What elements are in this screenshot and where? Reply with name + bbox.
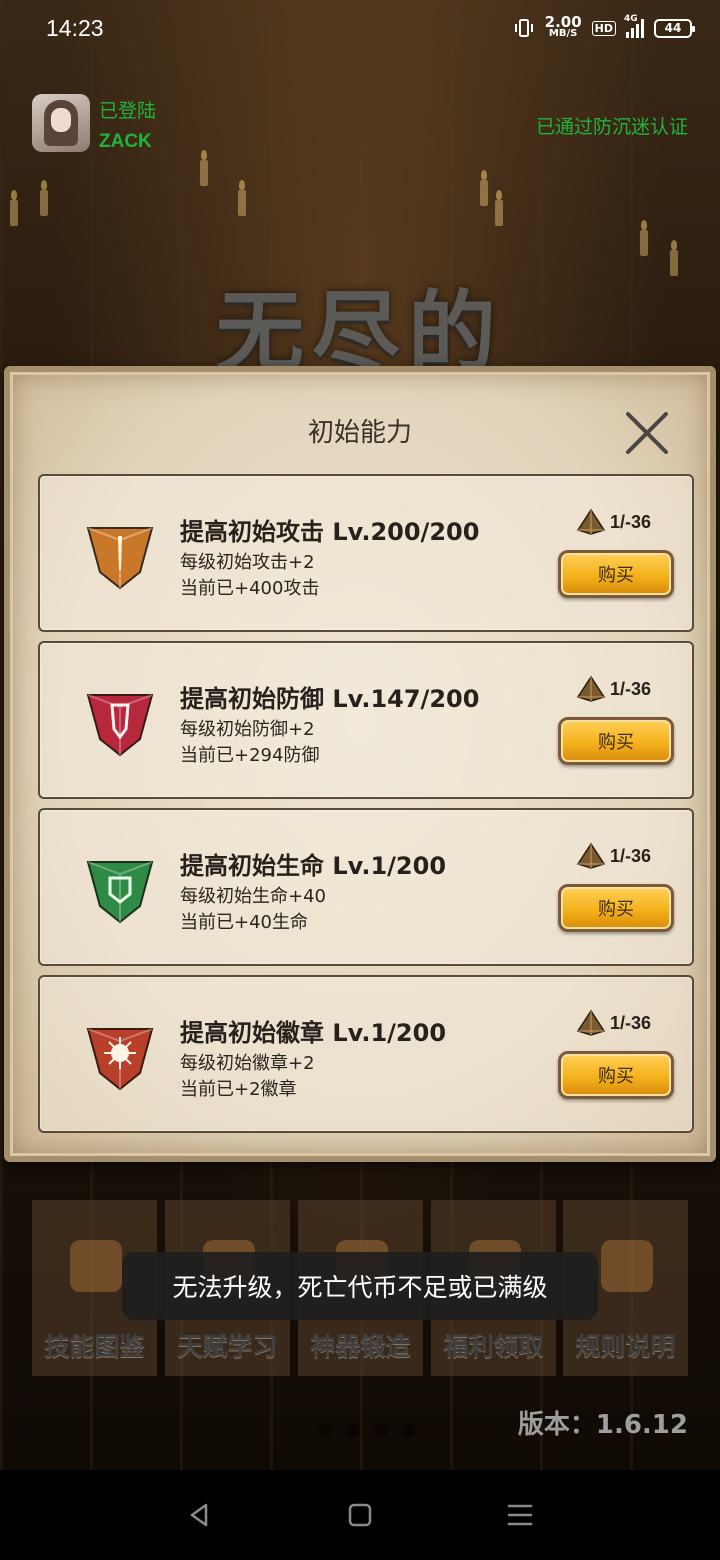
item-current-bonus: 当前已+294防御 xyxy=(180,745,320,766)
status-time: 14:23 xyxy=(46,14,104,41)
item-cost: 1/-36 xyxy=(576,1009,651,1037)
rules-card-icon xyxy=(601,1240,653,1292)
item-current-bonus: 当前已+40生命 xyxy=(180,912,308,933)
cost-value: 1/-36 xyxy=(610,1012,652,1033)
skill-book-icon xyxy=(70,1240,122,1292)
item-description: 每级初始生命+40 xyxy=(180,886,326,907)
candle-decoration xyxy=(480,170,488,206)
candle-decoration xyxy=(495,190,503,226)
health-gem-icon xyxy=(86,861,154,924)
battery-icon: 44 xyxy=(654,18,695,38)
candle-decoration xyxy=(200,150,208,186)
close-icon[interactable] xyxy=(622,408,672,458)
cost-value: 1/-36 xyxy=(610,678,652,699)
page-indicator xyxy=(318,1424,416,1438)
system-nav-bar xyxy=(0,1470,720,1560)
status-bar: 14:23 2.00 MB/S HD 4G 44 xyxy=(0,0,720,56)
item-cost: 1/-36 xyxy=(576,508,651,536)
candle-decoration xyxy=(40,180,48,216)
buy-button[interactable]: 购买 xyxy=(558,884,674,932)
ability-item-defense: 提高初始防御 Lv.147/200 每级初始防御+2 当前已+294防御 1/-… xyxy=(38,641,694,799)
buy-button[interactable]: 购买 xyxy=(558,1051,674,1099)
vibrate-icon xyxy=(514,19,533,37)
item-title: 提高初始生命 Lv.1/200 xyxy=(180,852,447,880)
item-description: 每级初始防御+2 xyxy=(180,719,315,740)
cost-value: 1/-36 xyxy=(610,845,652,866)
buy-button[interactable]: 购买 xyxy=(558,550,674,598)
nav-back-button[interactable] xyxy=(180,1495,220,1535)
menu-item-label: 天赋学习 xyxy=(177,1332,278,1361)
item-cost: 1/-36 xyxy=(576,842,651,870)
anti-addiction-status: 已通过防沉迷认证 xyxy=(535,116,688,138)
speed-value: 2.00 xyxy=(544,13,582,31)
cost-value: 1/-36 xyxy=(610,511,652,532)
item-title: 提高初始攻击 Lv.200/200 xyxy=(180,518,480,546)
item-title: 提高初始防御 Lv.147/200 xyxy=(180,685,480,713)
hd-badge: HD xyxy=(591,20,616,36)
avatar[interactable] xyxy=(32,94,90,152)
login-status: 已登陆 xyxy=(99,100,157,122)
item-title: 提高初始徽章 Lv.1/200 xyxy=(180,1019,447,1047)
signal-icon: 4G xyxy=(624,14,644,38)
speed-unit: MB/S xyxy=(548,28,578,39)
status-icons: 2.00 MB/S HD 4G 44 xyxy=(513,13,695,40)
death-token-icon xyxy=(576,1009,606,1036)
candle-decoration xyxy=(10,190,18,226)
item-description: 每级初始徽章+2 xyxy=(180,1053,315,1074)
menu-lines-icon xyxy=(507,1504,533,1526)
network-speed: 2.00 MB/S xyxy=(544,13,582,40)
version-label: 版本：1.6.12 xyxy=(517,1410,688,1440)
username: ZACK xyxy=(99,131,152,152)
menu-item-label: 技能图鉴 xyxy=(44,1332,145,1361)
death-token-icon xyxy=(576,508,606,535)
home-square-icon xyxy=(348,1503,372,1527)
badge-gem-icon xyxy=(86,1028,154,1091)
nav-home-button[interactable] xyxy=(340,1495,380,1535)
menu-item-label: 规则说明 xyxy=(575,1332,676,1361)
defense-gem-icon xyxy=(86,694,154,757)
item-description: 每级初始攻击+2 xyxy=(180,552,315,573)
battery-level: 44 xyxy=(664,21,682,35)
toast-message: 无法升级，死亡代币不足或已满级 xyxy=(122,1252,598,1320)
item-cost: 1/-36 xyxy=(576,675,651,703)
menu-item-label: 神器锻造 xyxy=(310,1332,411,1361)
attack-gem-icon xyxy=(86,527,154,590)
dialog-title: 初始能力 xyxy=(307,418,412,448)
nav-menu-button[interactable] xyxy=(500,1495,540,1535)
back-triangle-icon xyxy=(190,1503,208,1527)
item-current-bonus: 当前已+2徽章 xyxy=(180,1079,297,1100)
candle-decoration xyxy=(238,180,246,216)
initial-ability-dialog: 初始能力 提高初始攻击 Lv.200/200 每级初始攻击+2 当前已+400攻… xyxy=(4,366,716,1162)
ability-item-badge: 提高初始徽章 Lv.1/200 每级初始徽章+2 当前已+2徽章 1/-36 购… xyxy=(38,975,694,1133)
ability-item-attack: 提高初始攻击 Lv.200/200 每级初始攻击+2 当前已+400攻击 1/-… xyxy=(38,474,694,632)
buy-button[interactable]: 购买 xyxy=(558,717,674,765)
ability-item-health: 提高初始生命 Lv.1/200 每级初始生命+40 当前已+40生命 1/-36… xyxy=(38,808,694,966)
menu-item-label: 福利领取 xyxy=(443,1332,544,1361)
death-token-icon xyxy=(576,675,606,702)
item-current-bonus: 当前已+400攻击 xyxy=(180,578,320,599)
candle-decoration xyxy=(640,220,648,256)
death-token-icon xyxy=(576,842,606,869)
network-type: 4G xyxy=(624,14,638,24)
